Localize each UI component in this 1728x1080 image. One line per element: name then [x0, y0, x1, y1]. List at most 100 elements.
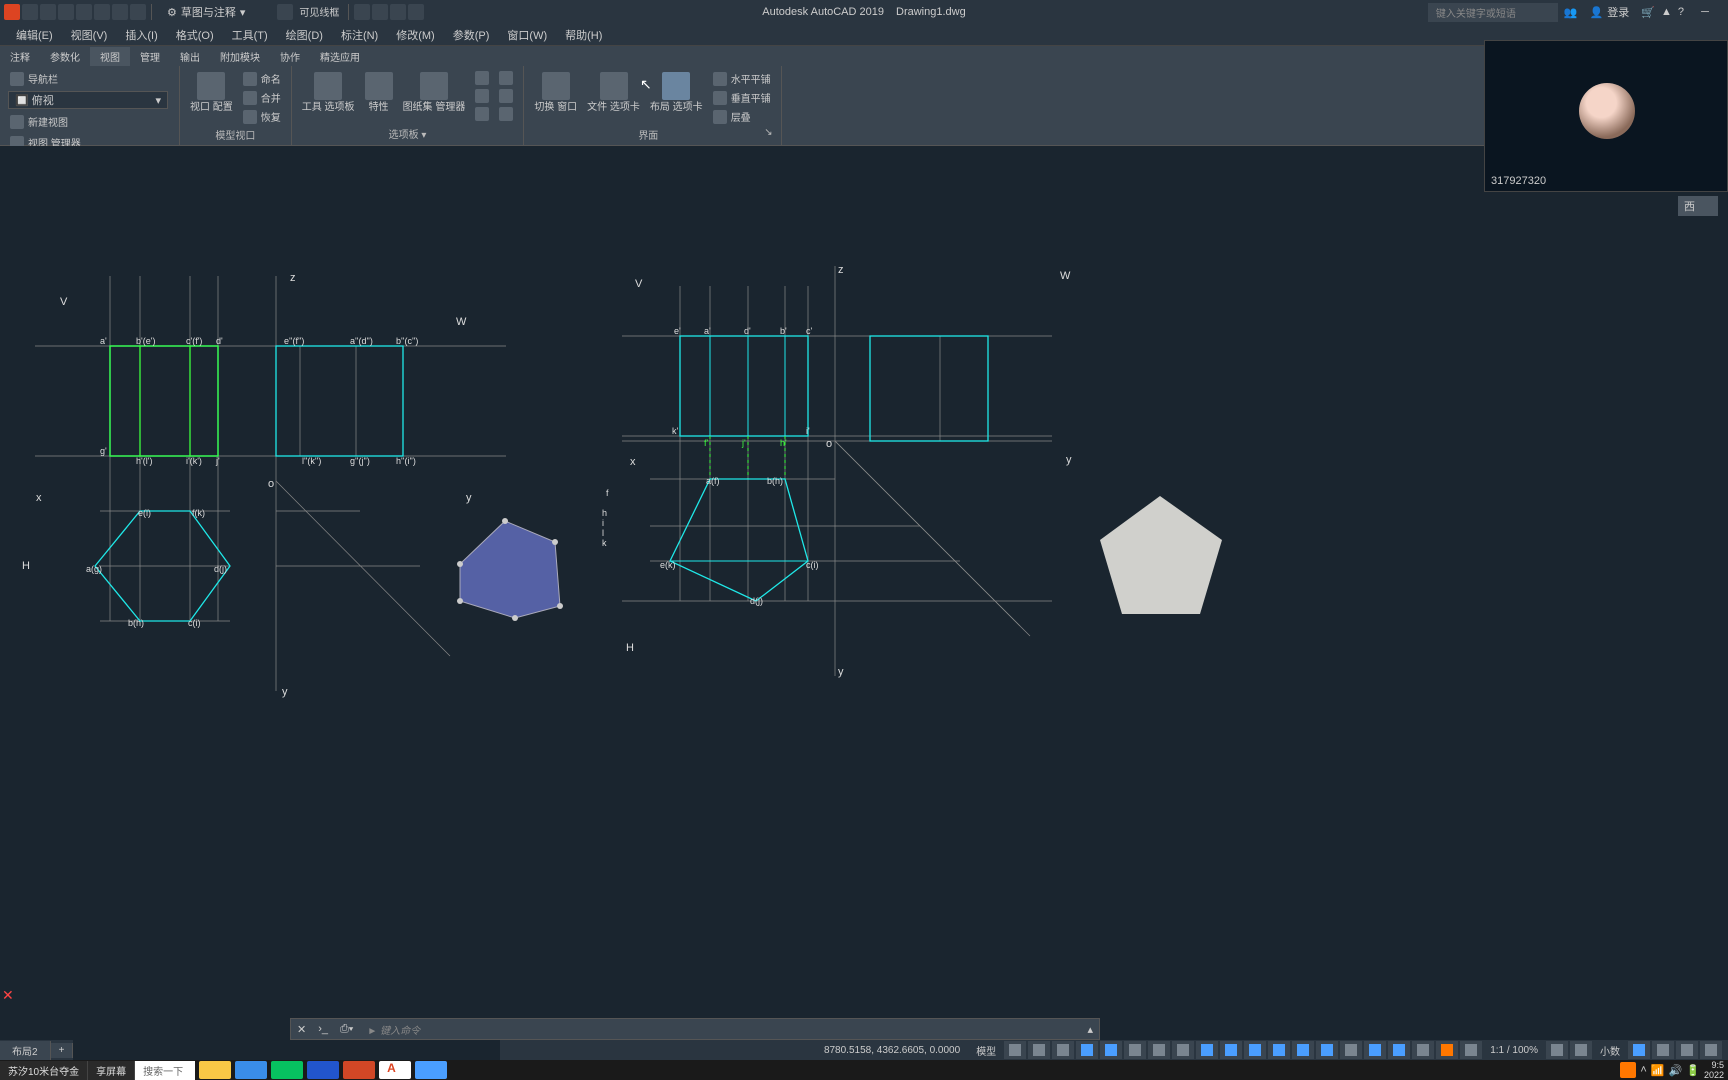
ws-btn[interactable]: [1436, 1041, 1458, 1059]
tray-wifi-icon[interactable]: 📶: [1651, 1064, 1665, 1077]
vp-join-btn[interactable]: 合并: [241, 89, 283, 106]
dyn-ucs-btn[interactable]: [1292, 1041, 1314, 1059]
tray-battery-icon[interactable]: 🔋: [1686, 1064, 1700, 1077]
units-label[interactable]: 小数: [1594, 1043, 1626, 1058]
sheet-set-btn[interactable]: 图纸集 管理器: [401, 70, 468, 115]
layout-tab-add[interactable]: +: [51, 1043, 74, 1058]
viewcube[interactable]: 西: [1678, 196, 1718, 256]
iso-btn[interactable]: [1124, 1041, 1146, 1059]
hw-accel-btn[interactable]: [1546, 1041, 1568, 1059]
lock-ui-btn[interactable]: [1652, 1041, 1674, 1059]
zoom-label[interactable]: 1:1 / 100%: [1484, 1045, 1544, 1056]
tb-news[interactable]: 苏汐10米台夺金: [0, 1061, 88, 1080]
vp-restore-btn[interactable]: 恢复: [241, 108, 283, 125]
annot-scale-btn[interactable]: [1412, 1041, 1434, 1059]
qprops-btn[interactable]: [1628, 1041, 1650, 1059]
tb-powerpoint[interactable]: [343, 1061, 375, 1079]
layout-tabs-btn[interactable]: 布局 选项卡: [648, 70, 705, 115]
drawing-canvas[interactable]: V z W x o y H y a' b'(e') c'(f') d' e''(…: [0, 146, 1728, 1024]
switch-window-btn[interactable]: 切换 窗口: [532, 70, 579, 115]
otrack-btn[interactable]: [1172, 1041, 1194, 1059]
annot-mon-btn[interactable]: [1460, 1041, 1482, 1059]
tb-share[interactable]: 享屏幕: [88, 1061, 135, 1080]
plot-icon[interactable]: [94, 4, 110, 20]
layout-tab-current[interactable]: 布局2: [0, 1041, 51, 1060]
tb-app2[interactable]: [307, 1061, 339, 1079]
visual-style-label[interactable]: 可见线框: [295, 4, 343, 20]
menu-window[interactable]: 窗口(W): [499, 25, 555, 45]
tb-search[interactable]: 搜索一下: [135, 1061, 195, 1080]
extra-icon-1[interactable]: [354, 4, 370, 20]
vtile-btn[interactable]: 垂直平铺: [711, 89, 773, 106]
close-x-icon[interactable]: ✕: [2, 987, 14, 1004]
palette-icon-1[interactable]: [473, 70, 491, 86]
extra-icon-4[interactable]: [408, 4, 424, 20]
clean-btn[interactable]: [1676, 1041, 1698, 1059]
people-icon[interactable]: 👥: [1564, 6, 1578, 19]
view-dropdown[interactable]: 🔲 俯视▾: [8, 91, 168, 109]
tray-volume-icon[interactable]: 🔊: [1669, 1064, 1683, 1077]
menu-tools[interactable]: 工具(T): [224, 25, 276, 45]
cmd-input[interactable]: ► 键入命令: [359, 1022, 1081, 1037]
osnap-btn[interactable]: [1148, 1041, 1170, 1059]
app-exchange-icon[interactable]: ▲: [1661, 6, 1672, 18]
workspace-dropdown[interactable]: ⚙ 草图与注释 ▾: [159, 2, 253, 22]
tb-autocad[interactable]: A: [379, 1061, 411, 1079]
minimize-button[interactable]: ─: [1690, 2, 1720, 22]
app-menu-icon[interactable]: [4, 4, 20, 20]
transp-btn[interactable]: [1220, 1041, 1242, 1059]
tb-app1[interactable]: [235, 1061, 267, 1079]
htile-btn[interactable]: 水平平铺: [711, 70, 773, 87]
menu-edit[interactable]: 编辑(E): [8, 25, 61, 45]
cmd-close-icon[interactable]: ✕: [291, 1021, 312, 1038]
palette-icon-4[interactable]: [497, 70, 515, 86]
tb-app3[interactable]: [415, 1061, 447, 1079]
help-search[interactable]: 键入关键字或短语: [1428, 3, 1558, 22]
menu-draw[interactable]: 绘图(D): [278, 25, 331, 45]
annot-vis-btn[interactable]: [1364, 1041, 1386, 1059]
tb-explorer[interactable]: [199, 1061, 231, 1079]
tb-clock[interactable]: 9:5 2022: [1704, 1060, 1724, 1080]
customize-btn[interactable]: [1700, 1041, 1722, 1059]
tab-addins[interactable]: 附加模块: [210, 47, 270, 66]
3dosnap-btn[interactable]: [1268, 1041, 1290, 1059]
extra-icon-3[interactable]: [390, 4, 406, 20]
grid-btn[interactable]: [1004, 1041, 1026, 1059]
saveas-icon[interactable]: [76, 4, 92, 20]
polar-btn[interactable]: [1100, 1041, 1122, 1059]
auto-scale-btn[interactable]: [1388, 1041, 1410, 1059]
palette-icon-3[interactable]: [473, 106, 491, 122]
properties-btn[interactable]: 特性: [363, 70, 395, 115]
open-icon[interactable]: [40, 4, 56, 20]
vp-named-btn[interactable]: 命名: [241, 70, 283, 87]
tray-icon-1[interactable]: [1620, 1062, 1636, 1078]
sel-filter-btn[interactable]: [1316, 1041, 1338, 1059]
menu-param[interactable]: 参数(P): [445, 25, 498, 45]
menu-view[interactable]: 视图(V): [63, 25, 116, 45]
tab-parametric[interactable]: 参数化: [40, 47, 90, 66]
tool-palette-btn[interactable]: 工具 选项板: [300, 70, 357, 115]
file-tabs-btn[interactable]: 文件 选项卡: [585, 70, 642, 115]
share-icon[interactable]: [277, 4, 293, 20]
menu-format[interactable]: 格式(O): [168, 25, 222, 45]
palette-icon-5[interactable]: [497, 88, 515, 104]
nav-bar-btn[interactable]: 导航栏: [8, 70, 168, 87]
gizmo-btn[interactable]: [1340, 1041, 1362, 1059]
space-toggle[interactable]: 模型: [970, 1043, 1002, 1058]
help-icon[interactable]: ?: [1678, 6, 1684, 18]
palette-icon-2[interactable]: [473, 88, 491, 104]
cmd-customize-icon[interactable]: ⎙▾: [334, 1021, 359, 1038]
cmd-scroll-icon[interactable]: ▴: [1081, 1023, 1099, 1036]
isolate-btn[interactable]: [1570, 1041, 1592, 1059]
menu-dimension[interactable]: 标注(N): [333, 25, 386, 45]
cycle-btn[interactable]: [1244, 1041, 1266, 1059]
tab-output[interactable]: 输出: [170, 47, 210, 66]
cmd-chevron-icon[interactable]: ›_: [312, 1021, 334, 1037]
save-icon[interactable]: [58, 4, 74, 20]
tray-chevron-icon[interactable]: ˄: [1640, 1064, 1646, 1076]
tab-view[interactable]: 视图: [90, 47, 130, 66]
new-icon[interactable]: [22, 4, 38, 20]
command-line[interactable]: ✕ ›_ ⎙▾ ► 键入命令 ▴: [290, 1018, 1100, 1040]
menu-help[interactable]: 帮助(H): [557, 25, 610, 45]
palette-icon-6[interactable]: [497, 106, 515, 122]
